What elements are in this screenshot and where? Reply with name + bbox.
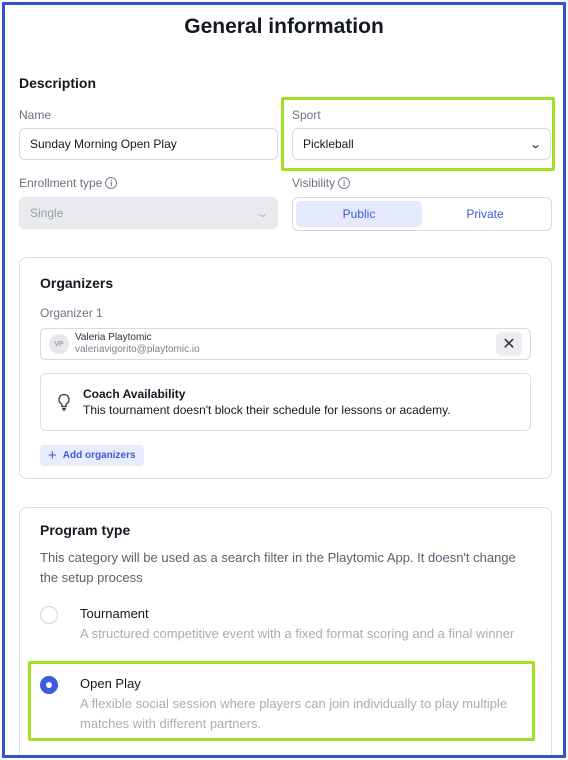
enrollment-select: Single ⌄ [19,197,278,229]
visibility-option-public[interactable]: Public [296,201,422,227]
page-title: General information [184,15,384,38]
organizers-card: Organizers Organizer 1 VP Valeria Playto… [19,257,552,479]
option-description: A flexible social session where players … [80,696,508,731]
name-label: Name [19,108,52,122]
organizers-title: Organizers [40,275,114,291]
add-organizers-button[interactable]: + Add organizers [40,445,144,466]
radio-checked[interactable] [40,676,58,694]
chevron-down-icon: ⌄ [528,138,542,151]
organizer-chip: VP Valeria Playtomic valeriavigorito@pla… [40,328,531,360]
name-input-value: Sunday Morning Open Play [30,137,177,151]
remove-organizer-button[interactable]: ✕ [496,332,522,356]
organizer-name: Valeria Playtomic [75,332,152,343]
visibility-toggle: Public Private [292,197,552,231]
info-icon[interactable]: i [105,177,118,189]
sport-select-value: Pickleball [303,137,354,151]
coach-availability-desc: This tournament doesn't block their sche… [83,403,451,417]
visibility-label: Visibility i [292,176,351,190]
sport-select[interactable]: Pickleball ⌄ [292,128,551,160]
modal-frame: General information Description Name Sun… [2,2,566,758]
visibility-option-private[interactable]: Private [422,201,548,227]
program-option-tournament[interactable]: Tournament A structured competitive even… [40,604,520,644]
info-icon[interactable]: i [338,177,351,189]
coach-availability-notice: Coach Availability This tournament doesn… [40,373,531,431]
program-option-open-play[interactable]: Open Play A flexible social session wher… [40,674,520,734]
organizer-label: Organizer 1 [40,306,103,320]
program-type-title: Program type [40,522,131,538]
plus-icon: + [48,447,57,464]
lightbulb-icon [55,392,73,412]
program-type-description: This category will be used as a search f… [40,550,516,585]
coach-availability-title: Coach Availability [83,387,186,401]
option-title: Open Play [80,676,141,691]
program-type-card: Program type This category will be used … [19,507,552,755]
chevron-down-icon: ⌄ [255,207,269,220]
sport-label: Sport [292,108,321,122]
enrollment-label: Enrollment type i [19,176,118,190]
avatar: VP [49,334,69,354]
add-organizers-label: Add organizers [62,450,136,461]
organizer-email: valeriavigorito@playtomic.io [75,344,200,355]
option-description: A structured competitive event with a fi… [80,626,515,641]
radio-unchecked[interactable] [40,606,58,624]
close-icon: ✕ [502,336,516,353]
section-title-description: Description [19,75,97,91]
option-title: Tournament [80,606,149,621]
enrollment-select-value: Single [30,206,64,220]
name-input[interactable]: Sunday Morning Open Play [19,128,278,160]
